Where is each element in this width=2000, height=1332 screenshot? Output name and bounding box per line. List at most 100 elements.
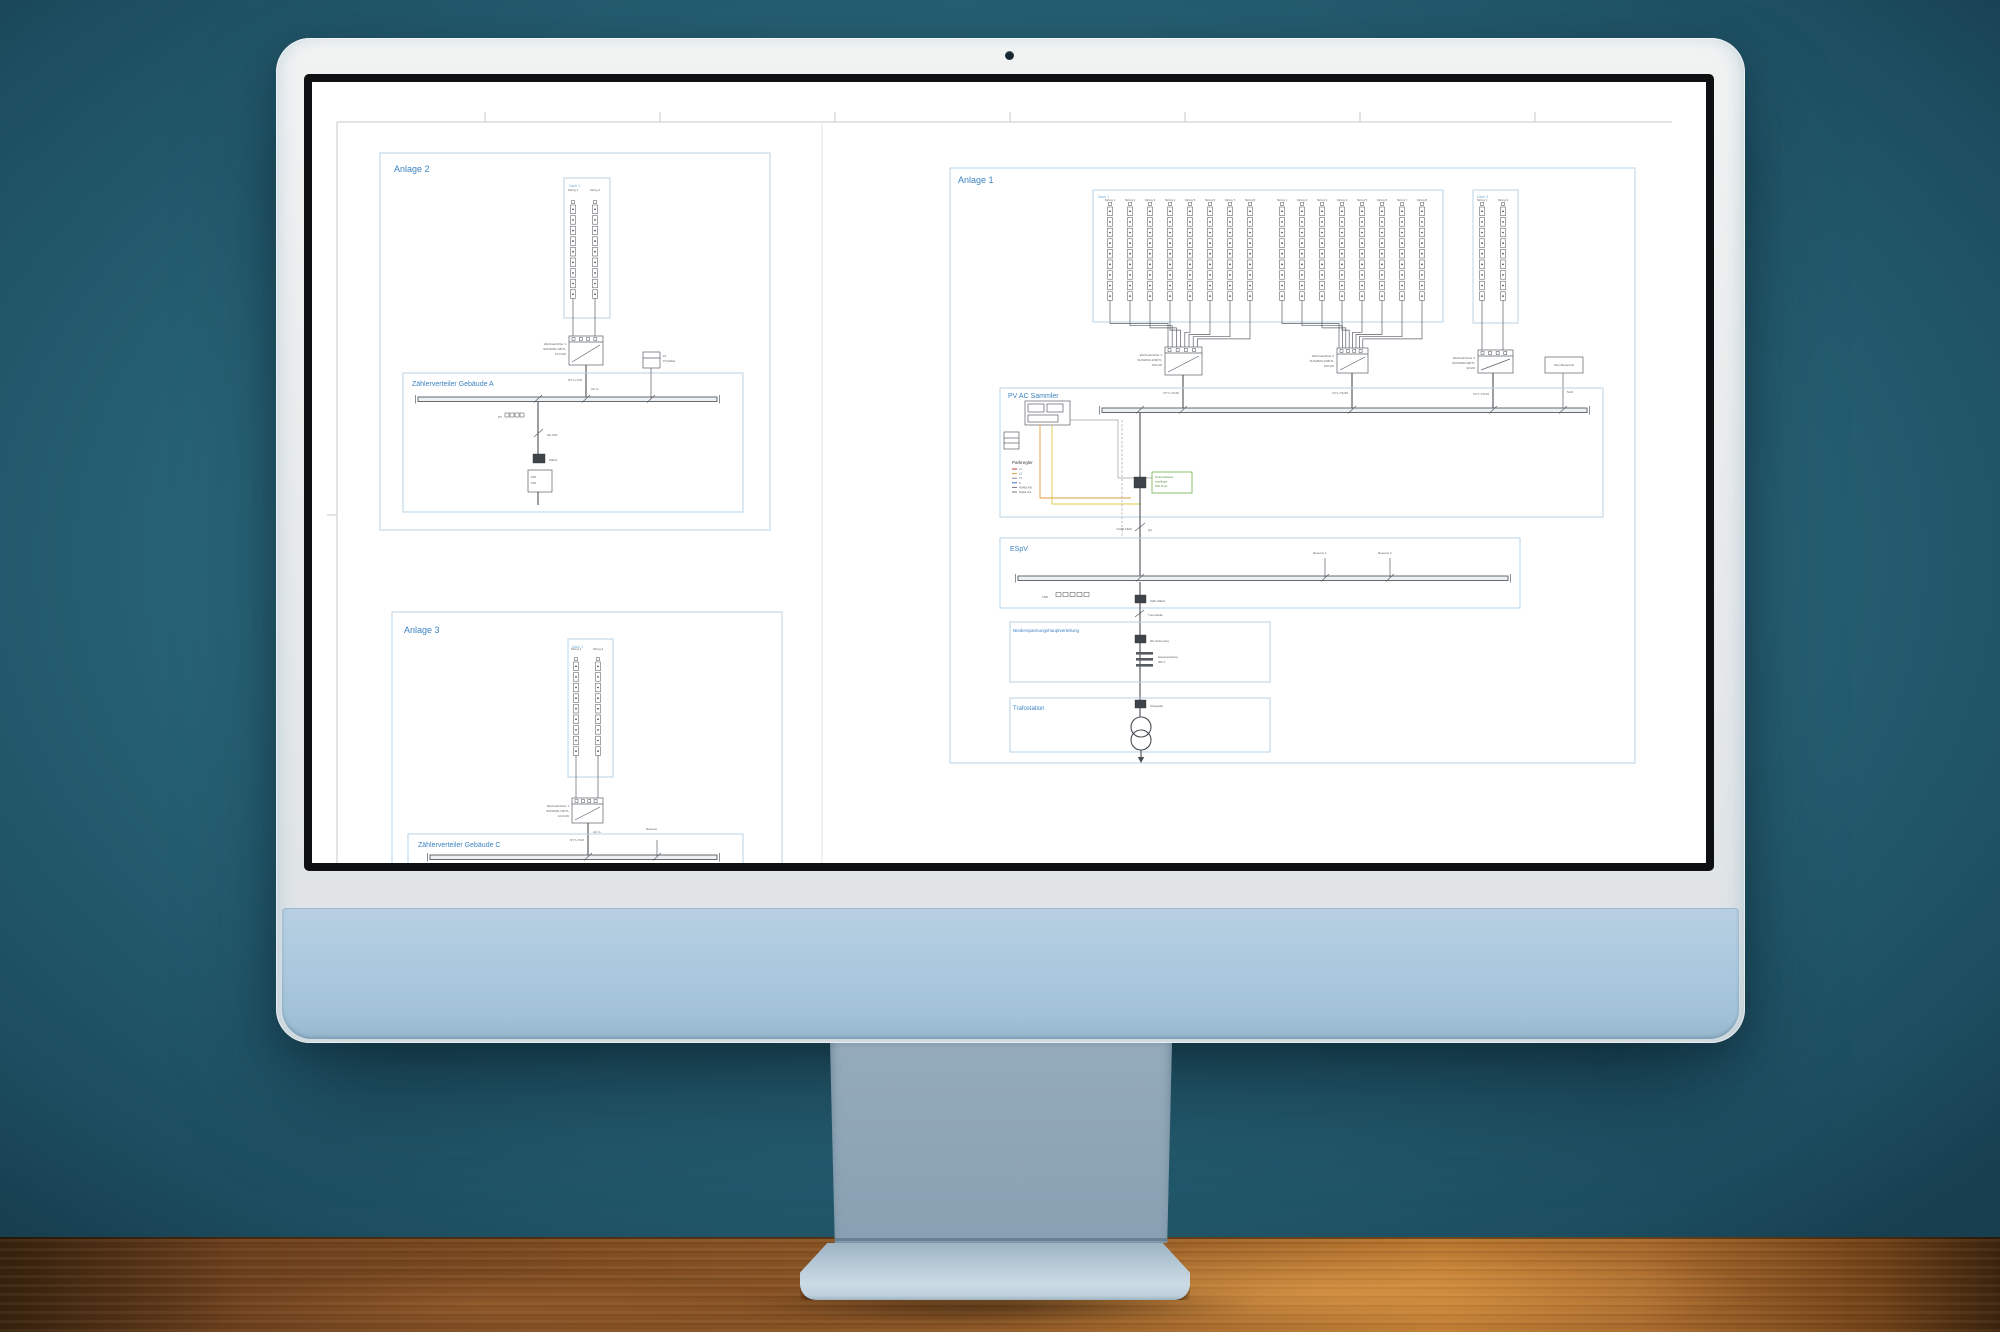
anlage1-inverters: Wechselrichter 1SUN2000-100KTL100 kWWech…: [1137, 347, 1513, 375]
svg-text:Hauptverteilung: Hauptverteilung: [1158, 655, 1178, 659]
svg-text:5x16: 5x16: [1567, 390, 1574, 394]
anlage2-pv-strings: String 1 String 2: [568, 188, 601, 312]
svg-text:Reserve: Reserve: [646, 827, 658, 831]
svg-text:NYY-J 5x16: NYY-J 5x16: [1473, 392, 1489, 396]
svg-text:String 3: String 3: [1145, 198, 1156, 202]
svg-text:String 3: String 3: [1317, 198, 1328, 202]
anlage1-dc-wiring: [1110, 312, 1503, 350]
svg-text:NH-Sicherung: NH-Sicherung: [1150, 639, 1169, 643]
svg-text:Zähler: Zähler: [549, 458, 558, 462]
anlage1-string-box-1: [1093, 190, 1443, 322]
svg-text:String 1: String 1: [1105, 198, 1116, 202]
anlage2-inverter: Wechselrichter 1SUN2000-10KTL10,0 kW: [543, 336, 603, 365]
svg-text:Digital Out: Digital Out: [1019, 490, 1031, 494]
svg-text:Funkrundsteuer-: Funkrundsteuer-: [1155, 475, 1174, 479]
anlage3-inverter: Wechselrichter 1SUN2000-10KTL10,0 kW: [546, 798, 603, 823]
svg-text:Wechselrichter 1: Wechselrichter 1: [1140, 353, 1163, 357]
current-transformer: [1134, 477, 1146, 488]
svg-text:TAB: TAB: [1042, 595, 1048, 599]
svg-text:String 8: String 8: [1245, 198, 1256, 202]
svg-text:Wechselrichter 1: Wechselrichter 1: [547, 804, 570, 808]
trafo-meter: [1135, 700, 1146, 708]
svg-text:Trennstelle: Trennstelle: [1148, 613, 1163, 617]
svg-text:NYY-J 5x35: NYY-J 5x35: [1332, 391, 1348, 395]
anlage3-busbar: [428, 853, 720, 862]
nshv-title: Niederspannungshauptverteilung: [1013, 628, 1080, 633]
imac-stand-foot: [800, 1243, 1190, 1300]
imac-stand: [830, 1043, 1172, 1243]
svg-text:Wechselrichter 2: Wechselrichter 2: [1312, 354, 1335, 358]
svg-text:String 2: String 2: [1125, 198, 1136, 202]
cad-viewer-canvas: Anlage 2 Dach 1 String 1String 2 Wechsel…: [312, 82, 1706, 863]
sammler-title: PV AC Sammler: [1008, 393, 1059, 400]
svg-text:Z1: Z1: [663, 354, 667, 358]
anlage3-title: Anlage 3: [404, 625, 440, 635]
anlage3-section: Anlage 3 Dach 1 String 1String 2 Wechsel…: [392, 612, 782, 863]
svg-text:AC 3~: AC 3~: [591, 387, 600, 391]
svg-text:10,0 kW: 10,0 kW: [558, 814, 569, 818]
anlage1-pv-strings: String 1 String 2 String 3 String 4 String 5…: [1105, 198, 1509, 316]
imac-chin: [282, 908, 1739, 1039]
board-c-title: Zählerverteiler Gebäude C: [418, 842, 501, 849]
svg-text:Wechselrichter 3: Wechselrichter 3: [1453, 356, 1476, 360]
pv-ac-sammler-section: PV AC Sammler Parkregler L1L2L3NRS485 A/…: [1000, 388, 1603, 577]
webcam-icon: [1005, 51, 1014, 60]
svg-text:SUN2000-10KTL: SUN2000-10KTL: [546, 809, 569, 813]
svg-text:String 6: String 6: [1377, 198, 1388, 202]
trafo-title: Trafostation: [1013, 706, 1044, 712]
svg-text:String 4: String 4: [1165, 198, 1176, 202]
svg-text:Wechselrichter 1: Wechselrichter 1: [544, 342, 567, 346]
svg-text:N: N: [1019, 481, 1021, 485]
anlage1-section: Anlage 1 Dach 1 Dach 3 String 1String 2S…: [950, 168, 1635, 763]
svg-text:SUN2000-20KTL: SUN2000-20KTL: [1452, 361, 1475, 365]
svg-text:String 1: String 1: [1477, 198, 1488, 202]
svg-text:String 5: String 5: [1185, 198, 1196, 202]
espv-title: ESpV: [1010, 546, 1028, 553]
svg-text:SUN2000-100KTL: SUN2000-100KTL: [1309, 359, 1334, 363]
transformer-icon: [1131, 717, 1151, 737]
controller-label: Parkregler: [1012, 460, 1033, 465]
svg-text:20 kW: 20 kW: [1466, 366, 1475, 370]
svg-text:String 8: String 8: [1417, 198, 1428, 202]
svg-text:400 V: 400 V: [1158, 660, 1165, 664]
svg-text:String 6: String 6: [1205, 198, 1216, 202]
svg-text:String 1: String 1: [1277, 198, 1288, 202]
svg-text:100 kW: 100 kW: [1152, 363, 1162, 367]
grid-arrow-icon: [1138, 757, 1144, 763]
trafostation-section: Trafostation Übergabe: [1010, 698, 1270, 763]
svg-text:Reserve 1: Reserve 1: [1313, 551, 1327, 555]
svg-text:String 1: String 1: [571, 647, 582, 651]
svg-text:Q1: Q1: [1148, 528, 1152, 532]
svg-text:L3: L3: [1019, 476, 1022, 480]
svg-text:PV: PV: [498, 415, 502, 419]
anlage2-title: Anlage 2: [394, 164, 430, 174]
anlage3-pv-strings: String 1 String 2: [571, 647, 604, 770]
svg-text:String 1: String 1: [568, 188, 579, 192]
terminal-blocks: [1056, 593, 1089, 597]
svg-text:kWh-Zähler: kWh-Zähler: [1150, 599, 1166, 603]
photo-scene: Anlage 2 Dach 1 String 1String 2 Wechsel…: [0, 0, 2000, 1332]
svg-text:Übergabe: Übergabe: [1150, 704, 1164, 708]
svg-text:AC 3~: AC 3~: [593, 830, 602, 834]
svg-text:String 2: String 2: [593, 647, 604, 651]
svg-text:Netz-Messpunkt: Netz-Messpunkt: [1554, 363, 1574, 367]
nshv-fuse: [1135, 635, 1146, 643]
distribution-bars: [1136, 652, 1153, 667]
anlage2-meter-board: [403, 373, 743, 512]
anlage2-busbar: [416, 395, 720, 404]
board-a-title: Zählerverteiler Gebäude A: [412, 381, 494, 388]
svg-text:Reserve 2: Reserve 2: [1378, 551, 1392, 555]
svg-text:SUN2000-10KTL: SUN2000-10KTL: [543, 347, 566, 351]
svg-text:empfänger: empfänger: [1155, 480, 1168, 484]
svg-text:String 7: String 7: [1397, 198, 1408, 202]
anlage1-title: Anlage 1: [958, 175, 994, 185]
svg-text:String 2: String 2: [1297, 198, 1308, 202]
espv-busbar: [1016, 574, 1511, 583]
svg-text:String 2: String 2: [590, 188, 601, 192]
svg-text:100 kW: 100 kW: [1324, 364, 1334, 368]
svg-text:SUN2000-100KTL: SUN2000-100KTL: [1137, 358, 1162, 362]
svg-text:PV-Zähler: PV-Zähler: [663, 359, 676, 363]
svg-text:NH00 160A: NH00 160A: [1116, 527, 1132, 531]
svg-text:L2: L2: [1019, 472, 1022, 476]
espv-meter: [1135, 595, 1146, 603]
